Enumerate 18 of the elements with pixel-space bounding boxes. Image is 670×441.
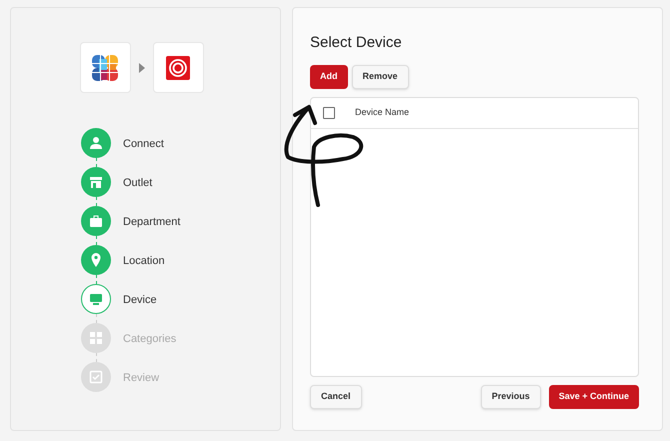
- step-label: Connect: [123, 137, 164, 152]
- footer-button[interactable]: Save + Continue: [548, 385, 639, 409]
- select-all-checkbox[interactable]: [323, 107, 335, 119]
- column-header: Device Name: [355, 106, 410, 120]
- step-label: Device: [123, 293, 157, 308]
- step-label: Categories: [123, 332, 176, 347]
- footer-button[interactable]: Cancel: [310, 385, 362, 409]
- grid-logo-icon: [92, 54, 118, 80]
- target-logo-icon: [166, 56, 190, 80]
- footer-button[interactable]: Previous: [480, 385, 541, 409]
- step-label: Review: [123, 371, 160, 386]
- step-label: Department: [123, 215, 180, 230]
- step-label: Location: [123, 254, 165, 269]
- caret-icon: [138, 62, 144, 72]
- toolbar-button[interactable]: Remove: [352, 65, 409, 89]
- panel-title: Select Device: [310, 34, 403, 52]
- step-label: Outlet: [123, 176, 152, 191]
- toolbar-button[interactable]: Add: [310, 65, 348, 89]
